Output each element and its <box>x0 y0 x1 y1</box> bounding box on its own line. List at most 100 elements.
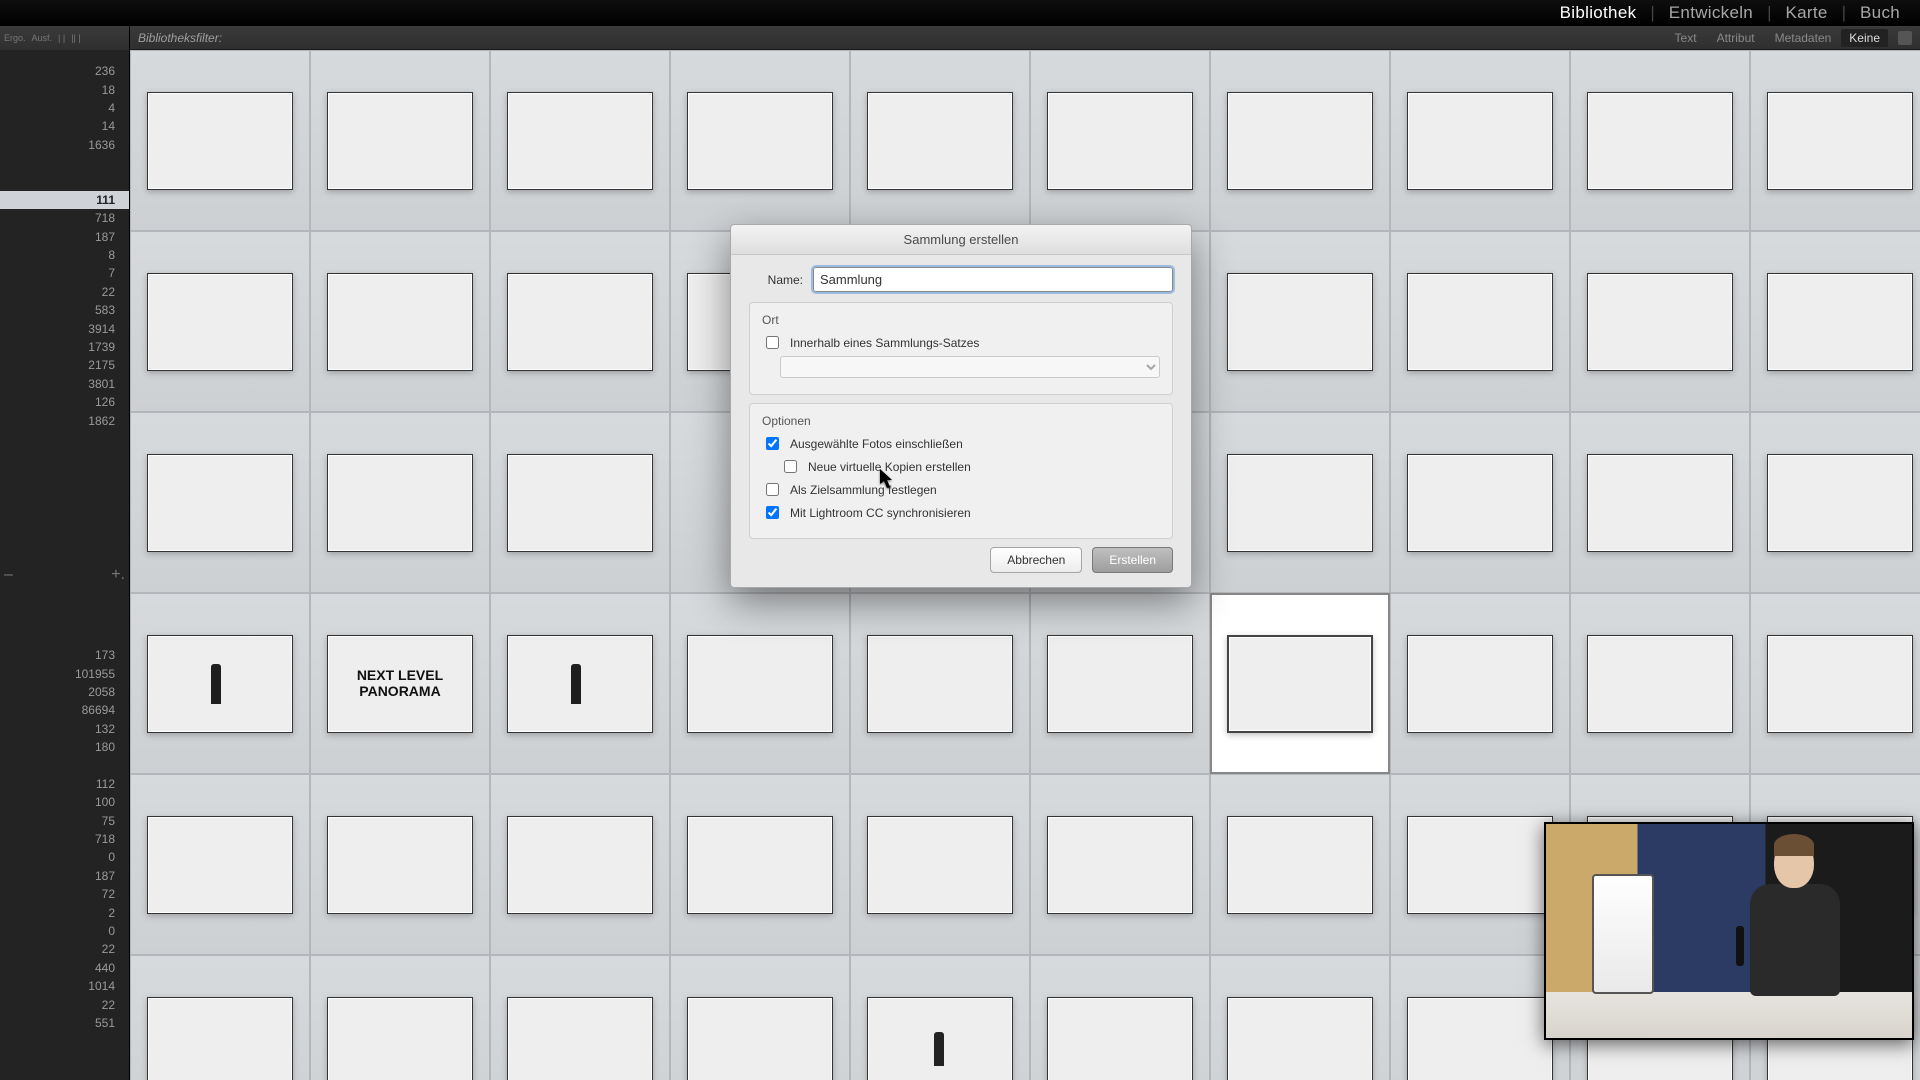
sidebar-count-row[interactable]: 2058 <box>0 683 129 701</box>
thumbnail[interactable] <box>507 635 653 733</box>
sidebar-count-row[interactable]: 2175 <box>0 356 129 374</box>
grid-cell[interactable] <box>1210 774 1390 955</box>
create-button[interactable]: Erstellen <box>1092 547 1173 573</box>
sidebar-sort-toolbar[interactable]: Ergo. Ausf. | | || | <box>0 26 129 50</box>
sidebar-count-row[interactable]: 112 <box>0 775 129 793</box>
grid-cell[interactable] <box>1390 412 1570 593</box>
grid-cell[interactable] <box>1570 231 1750 412</box>
grid-cell[interactable] <box>1210 412 1390 593</box>
thumbnail[interactable] <box>1767 635 1913 733</box>
minus-icon[interactable]: – <box>4 566 13 584</box>
sidebar-count-row[interactable]: 72 <box>0 885 129 903</box>
grid-cell[interactable] <box>310 50 490 231</box>
sidebar-count-row[interactable]: 187 <box>0 228 129 246</box>
thumbnail[interactable] <box>147 635 293 733</box>
sidebar-count-row[interactable]: 440 <box>0 959 129 977</box>
thumbnail[interactable] <box>1407 92 1553 190</box>
sidebar-count-row[interactable]: 1739 <box>0 338 129 356</box>
sidebar-count-row[interactable] <box>0 154 129 172</box>
grid-cell[interactable] <box>1390 774 1570 955</box>
thumbnail[interactable] <box>327 454 473 552</box>
grid-cell[interactable] <box>850 955 1030 1080</box>
sidebar-count-row[interactable]: 100 <box>0 793 129 811</box>
chk-in-set[interactable] <box>766 336 779 349</box>
grid-cell[interactable] <box>310 774 490 955</box>
grid-cell[interactable] <box>1390 231 1570 412</box>
thumbnail[interactable] <box>507 997 653 1080</box>
cancel-button[interactable]: Abbrechen <box>990 547 1082 573</box>
thumbnail[interactable] <box>1227 816 1373 914</box>
grid-cell[interactable] <box>490 593 670 774</box>
thumbnail[interactable] <box>1047 92 1193 190</box>
sidebar-count-row[interactable]: 718 <box>0 209 129 227</box>
grid-cell[interactable] <box>130 955 310 1080</box>
grid-cell[interactable] <box>670 50 850 231</box>
set-select[interactable] <box>780 356 1160 378</box>
plus-icon[interactable]: +. <box>111 566 125 584</box>
thumbnail[interactable] <box>1227 454 1373 552</box>
thumbnail[interactable] <box>1587 92 1733 190</box>
chk-target-collection[interactable] <box>766 483 779 496</box>
sidebar-count-row[interactable]: 1014 <box>0 977 129 995</box>
thumbnail[interactable] <box>1767 454 1913 552</box>
filter-keine[interactable]: Keine <box>1841 29 1888 47</box>
thumbnail[interactable] <box>147 273 293 371</box>
thumbnail[interactable] <box>1407 454 1553 552</box>
thumbnail[interactable] <box>1407 997 1553 1080</box>
thumbnail[interactable] <box>507 454 653 552</box>
sidebar-count-row[interactable] <box>0 172 129 190</box>
sidebar-count-row[interactable]: 718 <box>0 830 129 848</box>
module-karte[interactable]: Karte <box>1771 3 1841 23</box>
sidebar-count-row[interactable]: 7 <box>0 264 129 282</box>
chk-include-selected[interactable] <box>766 437 779 450</box>
sidebar-count-row[interactable] <box>0 756 129 774</box>
sidebar-count-row[interactable]: 86694 <box>0 701 129 719</box>
grid-cell[interactable] <box>1750 50 1920 231</box>
thumbnail[interactable]: NEXT LEVELPANORAMA <box>327 635 473 733</box>
sidebar-count-row[interactable]: 180 <box>0 738 129 756</box>
thumbnail[interactable] <box>1047 997 1193 1080</box>
sidebar-count-row[interactable]: 3801 <box>0 375 129 393</box>
thumbnail[interactable] <box>1587 273 1733 371</box>
thumbnail[interactable] <box>1227 273 1373 371</box>
sidebar-count-row[interactable]: 1636 <box>0 136 129 154</box>
grid-cell[interactable] <box>130 774 310 955</box>
thumbnail[interactable] <box>1767 273 1913 371</box>
chk-virtual-copies[interactable] <box>784 460 797 473</box>
sidebar-count-row[interactable]: 0 <box>0 848 129 866</box>
grid-cell[interactable] <box>1570 593 1750 774</box>
grid-cell[interactable] <box>1210 231 1390 412</box>
thumbnail[interactable] <box>327 816 473 914</box>
grid-cell[interactable]: NEXT LEVELPANORAMA <box>310 593 490 774</box>
grid-cell[interactable] <box>130 412 310 593</box>
sidebar-count-row[interactable]: 3914 <box>0 319 129 337</box>
thumbnail[interactable] <box>1767 92 1913 190</box>
collection-name-input[interactable] <box>813 267 1173 292</box>
grid-cell[interactable] <box>130 593 310 774</box>
thumbnail[interactable] <box>687 635 833 733</box>
sidebar-count-row[interactable]: 22 <box>0 995 129 1013</box>
thumbnail[interactable] <box>327 997 473 1080</box>
grid-cell[interactable] <box>1030 593 1210 774</box>
thumbnail[interactable] <box>1407 816 1553 914</box>
grid-cell[interactable] <box>490 412 670 593</box>
sidebar-count-row[interactable]: 132 <box>0 720 129 738</box>
sidebar-count-row[interactable]: 8 <box>0 246 129 264</box>
sidebar-count-row[interactable]: 0 <box>0 922 129 940</box>
sidebar-count-row[interactable]: 583 <box>0 301 129 319</box>
thumbnail[interactable] <box>1407 273 1553 371</box>
thumbnail[interactable] <box>687 997 833 1080</box>
grid-cell[interactable] <box>490 955 670 1080</box>
sidebar-count-row[interactable]: 187 <box>0 867 129 885</box>
thumbnail[interactable] <box>1407 635 1553 733</box>
thumbnail[interactable] <box>1227 92 1373 190</box>
thumbnail[interactable] <box>507 273 653 371</box>
grid-cell[interactable] <box>490 50 670 231</box>
thumbnail[interactable] <box>1227 635 1373 733</box>
grid-cell[interactable] <box>1030 50 1210 231</box>
grid-cell[interactable] <box>490 774 670 955</box>
thumbnail[interactable] <box>327 92 473 190</box>
sidebar-count-row[interactable]: 75 <box>0 812 129 830</box>
grid-cell[interactable] <box>850 50 1030 231</box>
thumbnail[interactable] <box>867 816 1013 914</box>
